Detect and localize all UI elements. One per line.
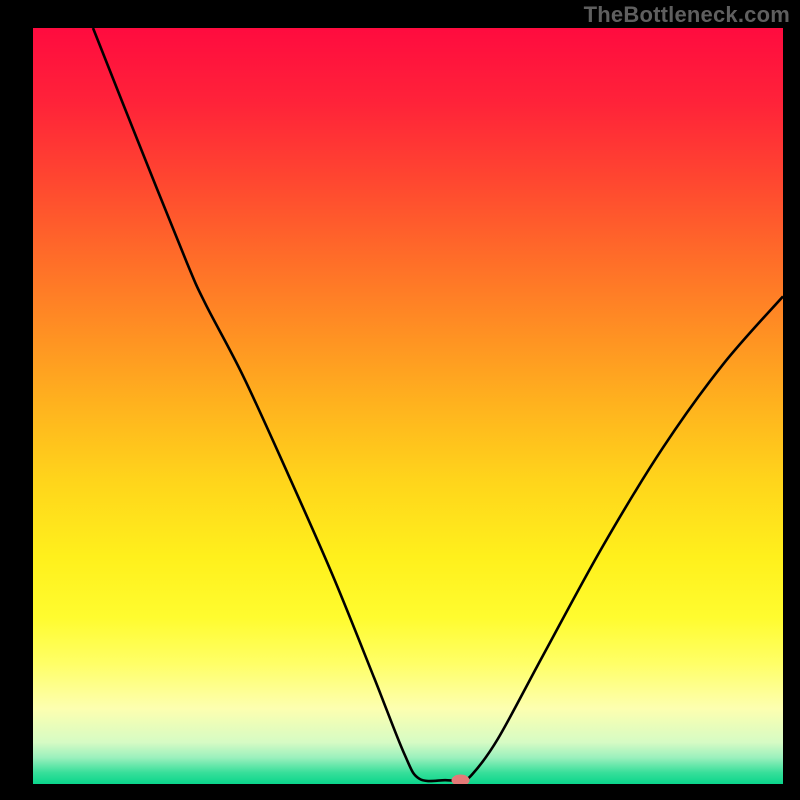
chart-frame: { "watermark": "TheBottleneck.com", "cha… xyxy=(0,0,800,800)
watermark-text: TheBottleneck.com xyxy=(584,2,790,28)
heat-background xyxy=(33,28,783,784)
bottleneck-chart xyxy=(33,28,783,784)
